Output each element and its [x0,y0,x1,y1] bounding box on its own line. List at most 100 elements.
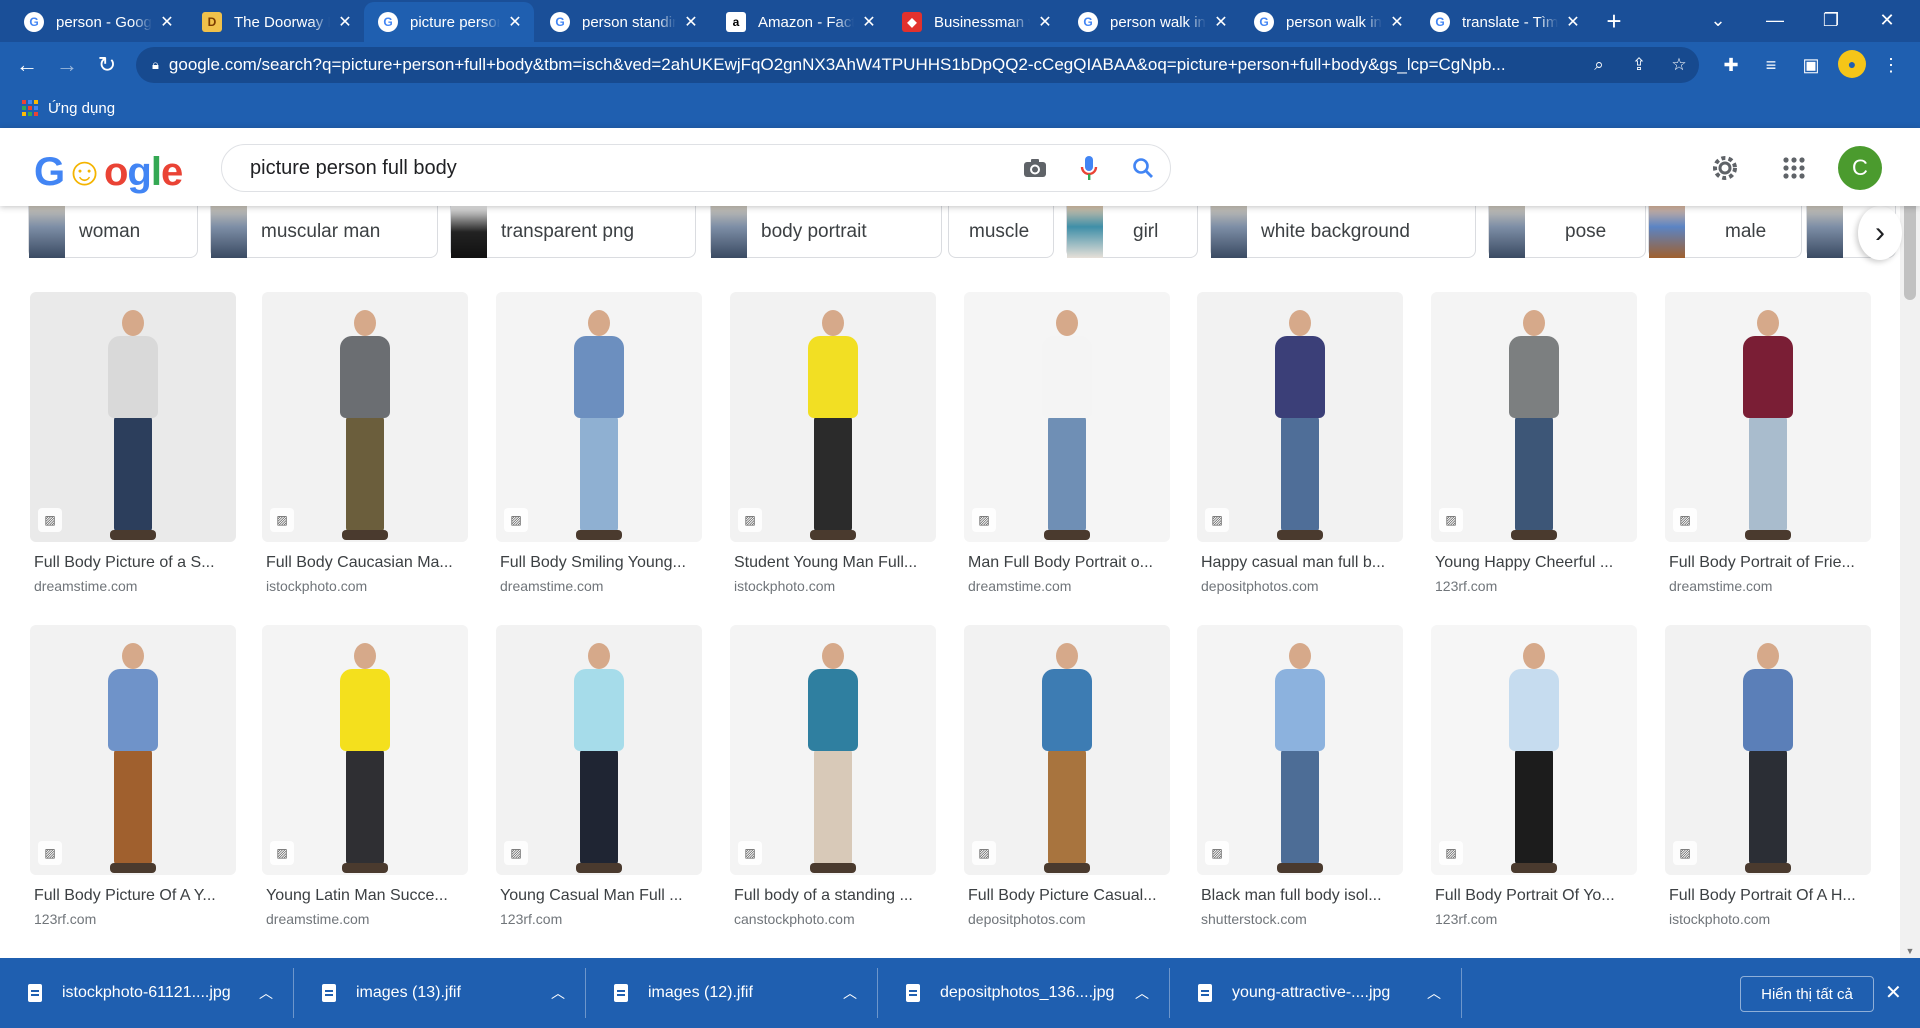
result-thumbnail[interactable]: ▨ [262,625,468,875]
result-source[interactable]: depositphotos.com [1197,578,1407,594]
result-thumbnail[interactable]: ▨ [496,292,702,542]
browser-tab[interactable]: a Amazon - Fact ✕ [712,2,888,42]
image-result-card[interactable]: ▨ Full Body Portrait Of A H... istockphoto… [1665,625,1875,927]
result-title[interactable]: Full Body Caucasian Ma... [262,554,472,572]
image-result-card[interactable]: ▨ Full Body Caucasian Ma... istockphoto.co… [262,292,472,594]
search-box[interactable]: picture person full body [221,144,1171,192]
reload-icon[interactable]: ↻ [92,50,122,80]
zoom-icon[interactable]: ⌕ [1579,55,1619,75]
result-title[interactable]: Student Young Man Full... [730,554,940,572]
browser-tab[interactable]: G person - Goog ✕ [10,2,186,42]
result-source[interactable]: 123rf.com [496,911,706,927]
close-window-icon[interactable]: ✕ [1859,0,1915,40]
download-item[interactable]: images (13).jfif ︿ [294,968,586,1018]
result-source[interactable]: 123rf.com [1431,911,1641,927]
settings-gear-icon[interactable] [1703,146,1747,190]
result-source[interactable]: istockphoto.com [730,578,940,594]
result-thumbnail[interactable]: ▨ [1197,625,1403,875]
download-item[interactable]: images (12).jfif ︿ [586,968,878,1018]
chip-male[interactable]: male [1648,206,1802,258]
close-tab-icon[interactable]: ✕ [1388,12,1406,32]
chip-white-background[interactable]: white background [1210,206,1476,258]
chevron-up-icon[interactable]: ︿ [835,983,865,1003]
close-downloads-bar-icon[interactable]: ✕ [1885,980,1902,1005]
close-tab-icon[interactable]: ✕ [1036,12,1054,32]
apps-grid-icon[interactable] [22,100,38,116]
extensions-puzzle-icon[interactable]: ✚ [1716,50,1746,80]
bookmark-star-icon[interactable]: ☆ [1659,55,1699,75]
google-doodle-logo[interactable]: G☺ogle [34,150,183,195]
close-tab-icon[interactable]: ✕ [158,12,176,32]
browser-tab[interactable]: G person walk in ✕ [1064,2,1240,42]
image-result-card[interactable]: ▨ Full body of a standing ... canstockphot… [730,625,940,927]
result-source[interactable]: dreamstime.com [964,578,1174,594]
result-title[interactable]: Full Body Portrait of Frie... [1665,554,1875,572]
result-source[interactable]: istockphoto.com [262,578,472,594]
result-thumbnail[interactable]: ▨ [1431,292,1637,542]
chip-body-portrait[interactable]: body portrait [710,206,942,258]
download-item[interactable]: depositphotos_136....jpg ︿ [878,968,1170,1018]
result-title[interactable]: Black man full body isol... [1197,887,1407,905]
chevron-up-icon[interactable]: ︿ [543,983,573,1003]
result-thumbnail[interactable]: ▨ [1431,625,1637,875]
browser-profile-icon[interactable]: ● [1838,50,1866,78]
result-title[interactable]: Full Body Picture Of A Y... [30,887,240,905]
chip-pose[interactable]: pose [1488,206,1646,258]
result-source[interactable]: dreamstime.com [1665,578,1875,594]
result-thumbnail[interactable]: ▨ [730,292,936,542]
result-thumbnail[interactable]: ▨ [964,625,1170,875]
result-source[interactable]: 123rf.com [1431,578,1641,594]
media-controls-icon[interactable]: ≡ [1756,50,1786,80]
restore-icon[interactable]: ❐ [1803,0,1859,40]
result-source[interactable]: canstockphoto.com [730,911,940,927]
image-result-card[interactable]: ▨ Full Body Picture of a S... dreamstime.c… [30,292,240,594]
result-title[interactable]: Happy casual man full b... [1197,554,1407,572]
result-thumbnail[interactable]: ▨ [1665,625,1871,875]
result-title[interactable]: Full Body Smiling Young... [496,554,706,572]
minimize-icon[interactable]: — [1747,0,1803,40]
url-text[interactable]: google.com/search?q=picture+person+full+… [169,55,1579,75]
download-item[interactable]: istockphoto-61121....jpg ︿ [0,968,294,1018]
more-menu-icon[interactable]: ⋮ [1876,50,1906,80]
result-thumbnail[interactable]: ▨ [1197,292,1403,542]
chevron-up-icon[interactable]: ︿ [1127,983,1157,1003]
result-title[interactable]: Full Body Picture of a S... [30,554,240,572]
result-title[interactable]: Young Happy Cheerful ... [1431,554,1641,572]
browser-tab[interactable]: D The Doorway I ✕ [188,2,364,42]
google-apps-icon[interactable] [1772,146,1816,190]
search-icon[interactable] [1116,157,1170,179]
result-source[interactable]: shutterstock.com [1197,911,1407,927]
result-source[interactable]: dreamstime.com [30,578,240,594]
image-result-card[interactable]: ▨ Full Body Portrait of Frie... dreamstime… [1665,292,1875,594]
chip-woman[interactable]: woman [28,206,198,258]
close-tab-icon[interactable]: ✕ [1564,12,1582,32]
microphone-icon[interactable] [1062,155,1116,181]
result-thumbnail[interactable]: ▨ [964,292,1170,542]
result-source[interactable]: 123rf.com [30,911,240,927]
result-title[interactable]: Full Body Portrait Of A H... [1665,887,1875,905]
image-result-card[interactable]: ▨ Full Body Smiling Young... dreamstime.co… [496,292,706,594]
result-title[interactable]: Full body of a standing ... [730,887,940,905]
result-thumbnail[interactable]: ▨ [30,292,236,542]
browser-tab[interactable]: G person standin ✕ [536,2,710,42]
camera-search-icon[interactable] [1008,158,1062,178]
image-result-card[interactable]: ▨ Young Happy Cheerful ... 123rf.com [1431,292,1641,594]
browser-tab[interactable]: ◆ Businessman w ✕ [888,2,1064,42]
side-panel-icon[interactable]: ▣ [1796,50,1826,80]
result-thumbnail[interactable]: ▨ [262,292,468,542]
chevron-up-icon[interactable]: ︿ [1419,983,1449,1003]
close-tab-icon[interactable]: ✕ [336,12,354,32]
result-source[interactable]: dreamstime.com [496,578,706,594]
result-title[interactable]: Full Body Picture Casual... [964,887,1174,905]
search-input[interactable]: picture person full body [250,157,1008,180]
close-tab-icon[interactable]: ✕ [1212,12,1230,32]
result-title[interactable]: Young Latin Man Succe... [262,887,472,905]
image-result-card[interactable]: ▨ Happy casual man full b... depositphotos… [1197,292,1407,594]
result-source[interactable]: istockphoto.com [1665,911,1875,927]
image-result-card[interactable]: ▨ Young Latin Man Succe... dreamstime.com [262,625,472,927]
image-result-card[interactable]: ▨ Man Full Body Portrait o... dreamstime.c… [964,292,1174,594]
close-tab-icon[interactable]: ✕ [860,12,878,32]
result-thumbnail[interactable]: ▨ [1665,292,1871,542]
share-icon[interactable]: ⇪ [1619,55,1659,75]
image-result-card[interactable]: ▨ Black man full body isol... shutterstock… [1197,625,1407,927]
